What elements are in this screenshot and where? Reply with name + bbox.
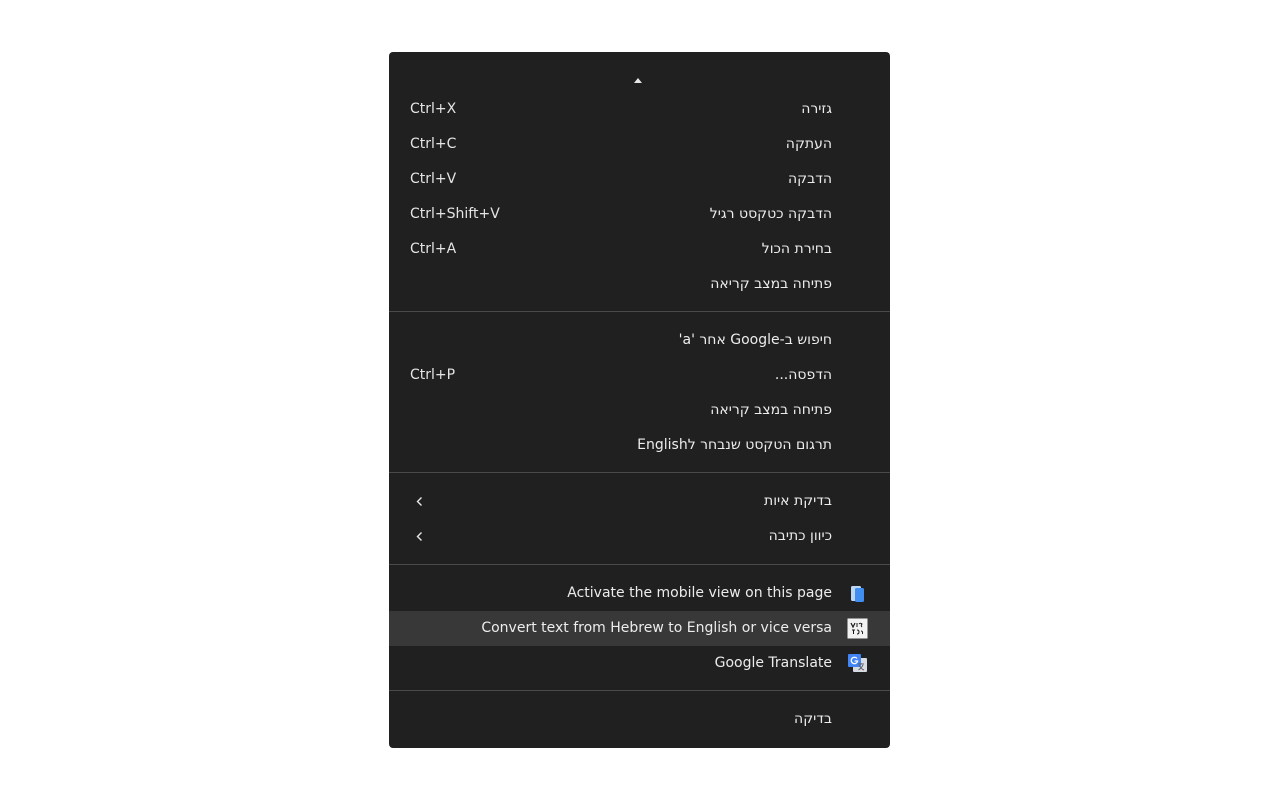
menu-item-label: פתיחה במצב קריאה: [710, 276, 832, 292]
menu-item-print[interactable]: הדפסה... Ctrl+P: [389, 358, 890, 393]
menu-item-label: Google Translate: [714, 655, 832, 671]
shortcut-label: Ctrl+P: [410, 367, 456, 383]
menu-item-label: חיפוש ב-Google אחר 'a': [678, 332, 832, 348]
menu-item-translate-selection[interactable]: תרגום הטקסט שנבחר לEnglish: [389, 428, 890, 463]
menu-item-paste-plain-text[interactable]: הדבקה כטקסט רגיל Ctrl+Shift+V: [389, 197, 890, 232]
shortcut-label: Ctrl+V: [410, 171, 457, 187]
menu-item-inspect[interactable]: בדיקה: [389, 702, 890, 737]
shortcut-label: Ctrl+C: [410, 136, 457, 152]
google-translate-icon: [848, 654, 867, 672]
menu-item-spell-check[interactable]: בדיקת איות: [389, 484, 890, 519]
menu-separator: [389, 311, 890, 312]
menu-item-reading-mode-2[interactable]: פתיחה במצב קריאה: [389, 393, 890, 428]
menu-item-paste[interactable]: הדבקה Ctrl+V: [389, 162, 890, 197]
chevron-up-icon[interactable]: [634, 78, 642, 83]
menu-separator: [389, 690, 890, 691]
menu-separator: [389, 472, 890, 473]
context-menu: גזירה Ctrl+X העתקה Ctrl+C הדבקה Ctrl+V ה…: [389, 52, 890, 748]
menu-item-writing-direction[interactable]: כיוון כתיבה: [389, 519, 890, 554]
menu-item-cut[interactable]: גזירה Ctrl+X: [389, 92, 890, 127]
menu-item-label: Convert text from Hebrew to English or v…: [481, 620, 832, 636]
menu-item-label: Activate the mobile view on this page: [567, 585, 832, 601]
menu-item-label: גזירה: [801, 101, 832, 117]
menu-item-select-all[interactable]: בחירת הכול Ctrl+A: [389, 232, 890, 267]
menu-item-reading-mode[interactable]: פתיחה במצב קריאה: [389, 267, 890, 302]
menu-item-label: העתקה: [785, 136, 832, 152]
mobile-view-extension-icon: [851, 586, 864, 602]
menu-item-mobile-view[interactable]: Activate the mobile view on this page: [389, 576, 890, 611]
chevron-left-icon: [416, 532, 422, 541]
menu-item-label: בדיקה: [794, 711, 832, 727]
vice-versa-extension-icon: [847, 618, 868, 639]
menu-item-label: הדבקה כטקסט רגיל: [709, 206, 832, 222]
menu-item-copy[interactable]: העתקה Ctrl+C: [389, 127, 890, 162]
menu-item-label: בחירת הכול: [761, 241, 832, 257]
menu-item-convert-hebrew-english[interactable]: Convert text from Hebrew to English or v…: [389, 611, 890, 646]
menu-item-label: הדבקה: [788, 171, 832, 187]
menu-item-label: כיוון כתיבה: [768, 528, 832, 544]
menu-item-label: תרגום הטקסט שנבחר לEnglish: [637, 437, 832, 453]
shortcut-label: Ctrl+A: [410, 241, 457, 257]
menu-item-label: הדפסה...: [774, 367, 832, 383]
menu-item-search-google[interactable]: חיפוש ב-Google אחר 'a': [389, 323, 890, 358]
shortcut-label: Ctrl+X: [410, 101, 457, 117]
menu-item-label: פתיחה במצב קריאה: [710, 402, 832, 418]
menu-item-google-translate[interactable]: Google Translate: [389, 646, 890, 681]
menu-item-label: בדיקת איות: [764, 493, 832, 509]
shortcut-label: Ctrl+Shift+V: [410, 206, 500, 222]
chevron-left-icon: [416, 497, 422, 506]
menu-separator: [389, 564, 890, 565]
